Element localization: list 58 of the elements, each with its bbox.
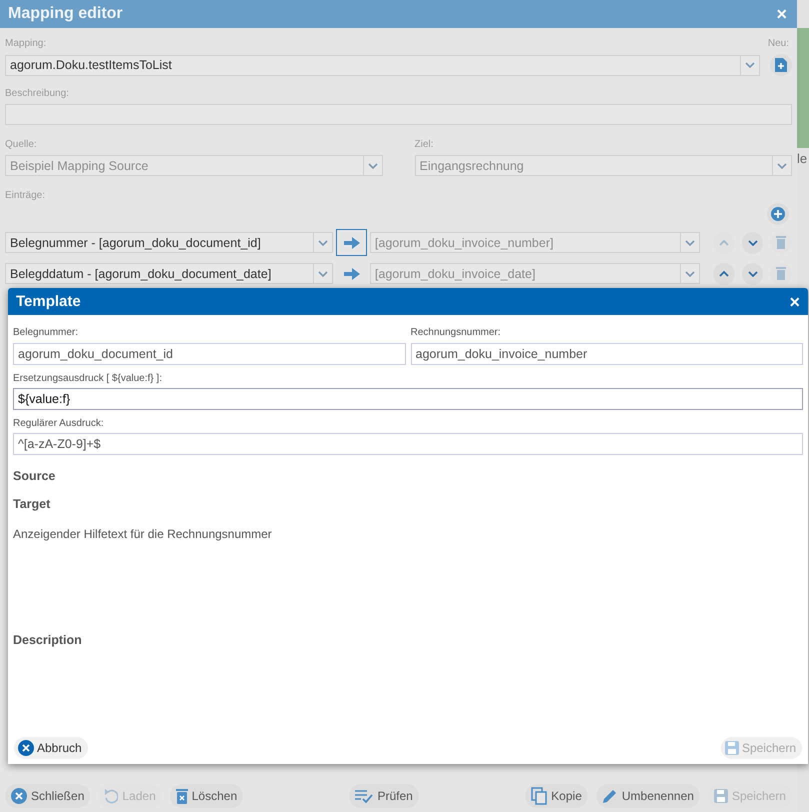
field-label: Beschreibung: (5, 88, 70, 99)
field-label: Neu: (768, 38, 789, 49)
toolbar-button[interactable]: Löschen (170, 784, 244, 808)
field-label: Quelle: (5, 139, 38, 150)
move-up-button[interactable] (713, 262, 735, 284)
chevron-up-icon (719, 270, 730, 276)
section-label: Einträge: (5, 190, 46, 201)
section-heading: Description (13, 633, 82, 647)
pencil-icon (602, 788, 618, 804)
close-icon (18, 740, 34, 756)
trash-icon (776, 267, 786, 280)
trash-icon (776, 236, 786, 249)
field-label: Mapping: (5, 38, 46, 49)
undo-icon (104, 788, 118, 804)
new-file-button[interactable] (770, 54, 792, 76)
dialog-title: Template (16, 293, 81, 310)
mapping-dropdown[interactable]: agorum.Doku.testItemsToList (5, 54, 760, 76)
arrow-right-icon (344, 268, 360, 280)
close-button[interactable]: × (789, 292, 800, 310)
arrow-right-icon (344, 236, 360, 248)
toolbar-button[interactable]: Schließen (5, 784, 90, 808)
save-icon (724, 741, 739, 755)
cancel-button[interactable]: Abbruch (14, 737, 88, 759)
text-field[interactable]: agorum_doku_document_id (13, 343, 406, 365)
map-arrow-button[interactable] (336, 229, 367, 256)
section-heading: Target (13, 497, 50, 511)
move-down-button[interactable] (742, 262, 764, 284)
copy-icon (531, 786, 548, 804)
background-text: le (797, 151, 808, 166)
toolbar-button[interactable]: Kopie (525, 784, 588, 808)
check-list-icon (355, 788, 374, 802)
section-heading: Source (13, 469, 56, 483)
add-icon (771, 207, 785, 221)
field-label: Belegnummer: (13, 327, 80, 338)
help-text: Anzeigender Hilfetext für die Rechnungsnummer (13, 527, 272, 541)
close-button[interactable]: × (776, 5, 787, 23)
window-title: Mapping editor (8, 5, 123, 23)
field-label: Ersetzungsausdruck [ ${value:f} ]: (13, 373, 162, 384)
toolbar-button[interactable]: Umbenennen (596, 784, 700, 808)
chevron-down-icon (748, 240, 758, 246)
source-field-dropdown[interactable]: Belegnummer - [agorum_doku_document_id] (5, 232, 334, 253)
chevron-down-icon (748, 270, 758, 276)
source-field-dropdown[interactable]: Belegddatum - [agorum_doku_document_date] (5, 263, 334, 284)
text-field[interactable]: ${value:f} (13, 388, 803, 410)
save-icon (714, 788, 728, 802)
close-icon (11, 788, 27, 804)
add-button[interactable] (767, 203, 789, 225)
toolbar-button[interactable]: Prüfen (349, 784, 419, 808)
new-file-icon (775, 58, 787, 72)
chevron-up-icon (719, 240, 730, 246)
field-label: Regulärer Ausdruck: (13, 418, 104, 429)
description-field[interactable] (5, 104, 792, 125)
field-label: Rechnungsnummer: (410, 327, 502, 338)
text-field[interactable]: agorum_doku_invoice_number (410, 343, 803, 365)
move-down-button[interactable] (742, 232, 764, 254)
field-label: Ziel: (414, 139, 434, 150)
text-field[interactable]: ^[a-zA-Z0-9]+$ (13, 433, 803, 455)
trash-icon (176, 788, 188, 804)
